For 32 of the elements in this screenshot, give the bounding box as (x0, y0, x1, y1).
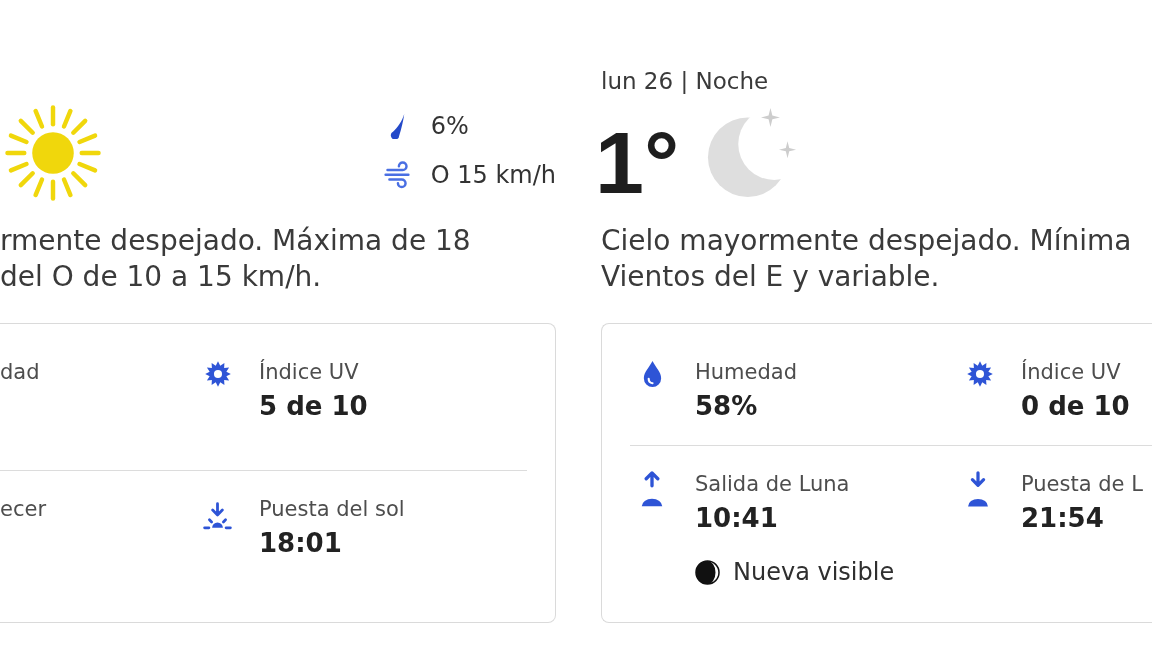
moon-stars-icon (707, 105, 798, 200)
detail-label: Humedad (695, 359, 797, 385)
period-label: lun 26 | Noche (601, 67, 769, 95)
raindrop-icon (388, 113, 406, 139)
detail-label: Salida de Luna (695, 471, 851, 497)
detail-value: 5 de 10 (259, 390, 368, 423)
detail-label: Índice UV (1021, 359, 1122, 385)
detail-value: 10:41 (695, 502, 779, 535)
detail-label: ecer (0, 496, 47, 522)
sun-icon (5, 105, 101, 201)
sun-icon (967, 361, 993, 387)
detail-value: 0 de 10 (1021, 390, 1130, 423)
detail-label: Puesta del sol (259, 496, 405, 522)
moonset-icon (967, 471, 989, 507)
detail-label: dad (0, 359, 40, 385)
precipitation-text: 6% (430, 112, 469, 140)
detail-label: Puesta de L (1021, 471, 1143, 497)
detail-value: 58% (695, 390, 759, 423)
description-text: rmente despejado. Máxima de 18 del O de 10 a 15 km/h. (0, 223, 472, 295)
moonrise-icon (641, 471, 663, 507)
wind-text: O 15 km/h (430, 161, 556, 189)
water-drop-icon (643, 361, 662, 387)
sunset-icon (203, 502, 232, 530)
wind-icon (383, 161, 410, 189)
detail-label: Índice UV (259, 359, 360, 385)
moon-phase-icon (695, 559, 720, 585)
detail-value: 18:01 (259, 527, 343, 560)
moon-phase-label: Nueva visible (733, 558, 895, 586)
sun-icon (205, 361, 231, 387)
detail-value: 21:54 (1021, 502, 1105, 535)
temperature-text: 1° (595, 119, 680, 207)
description-text: Cielo mayormente despejado. Mínima Vientos del E y variable. (601, 223, 1133, 295)
